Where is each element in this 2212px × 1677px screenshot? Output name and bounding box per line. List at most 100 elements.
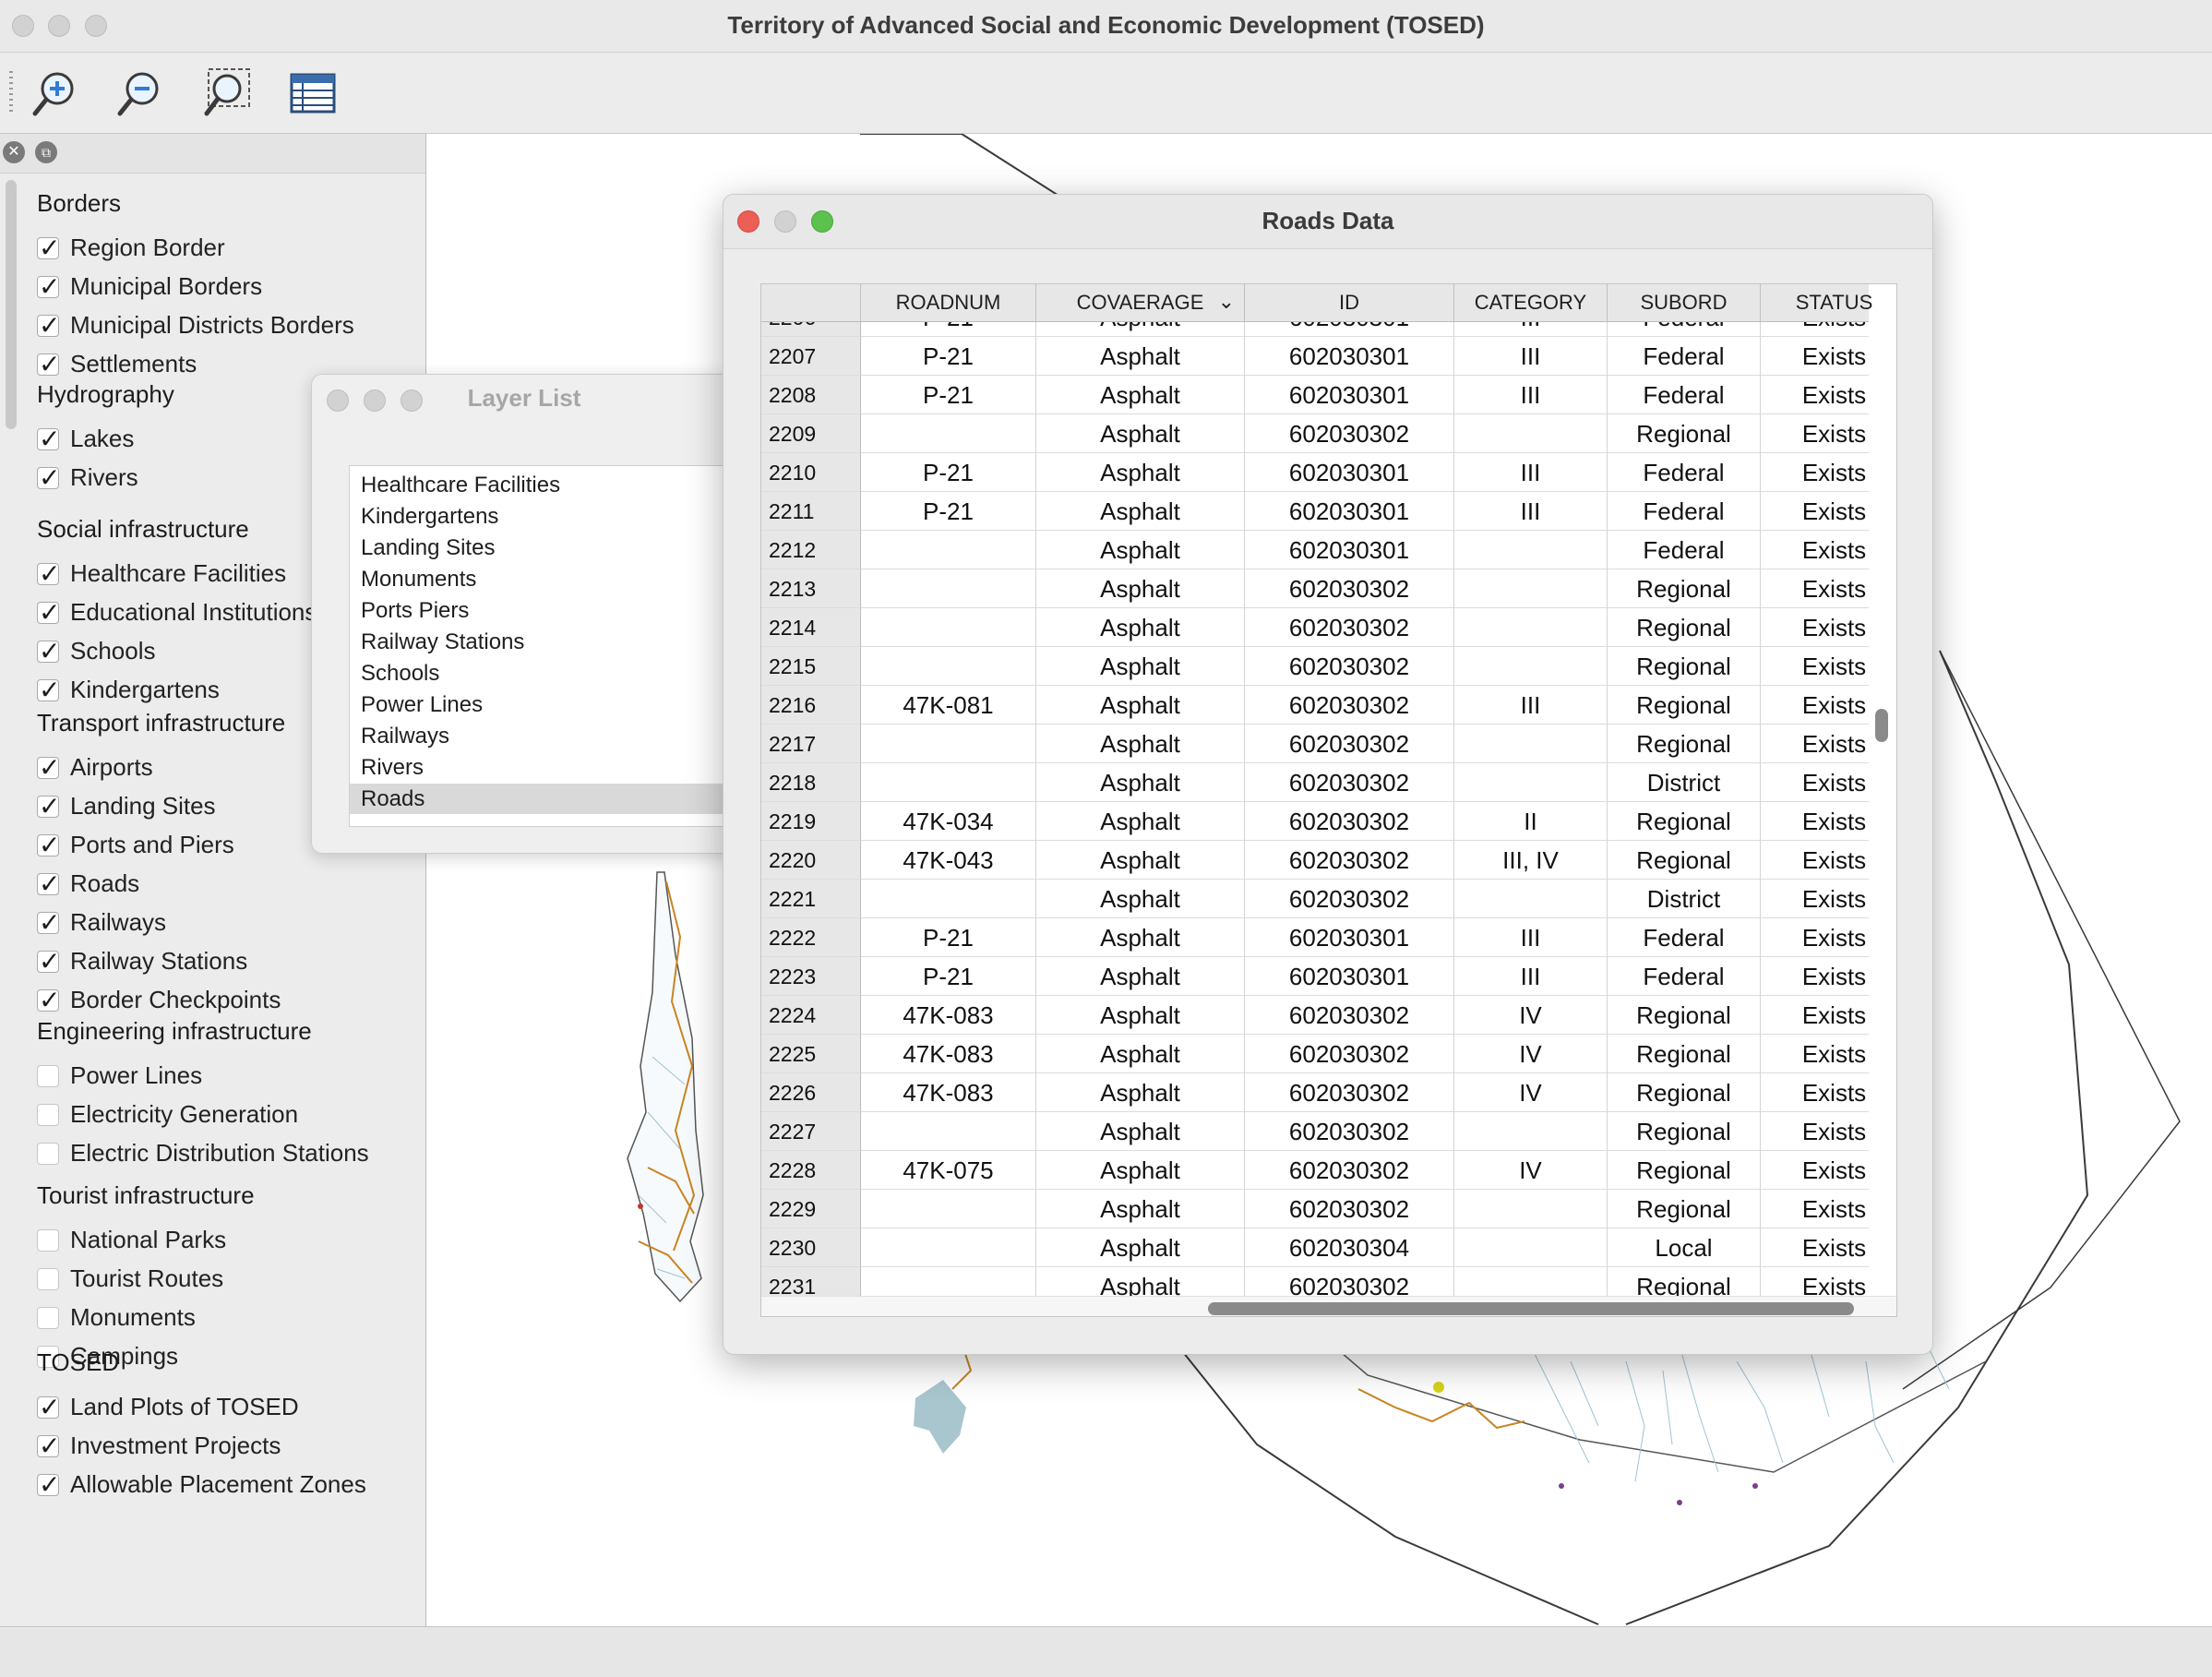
table-cell[interactable]: Asphalt bbox=[1036, 1112, 1245, 1151]
table-row[interactable]: 2228 47K-075 Asphalt 602030302 IV Regional Exi… bbox=[761, 1151, 1869, 1190]
table-cell[interactable] bbox=[861, 531, 1036, 569]
table-cell[interactable] bbox=[1454, 1190, 1608, 1228]
table-cell[interactable]: 602030302 bbox=[1245, 1267, 1454, 1296]
table-cell[interactable]: Exists bbox=[1761, 996, 1869, 1035]
layer-list-item[interactable]: Railway Stations bbox=[350, 627, 736, 657]
table-cell[interactable]: Exists bbox=[1761, 569, 1869, 608]
table-cell[interactable] bbox=[861, 569, 1036, 608]
table-cell[interactable]: Federal bbox=[1608, 531, 1761, 569]
row-number-cell[interactable]: 2211 bbox=[761, 492, 861, 531]
legend-group-title[interactable]: Social infrastructure bbox=[37, 515, 249, 544]
table-cell[interactable]: III bbox=[1454, 957, 1608, 996]
table-cell[interactable]: Exists bbox=[1761, 841, 1869, 880]
table-cell[interactable]: P-21 bbox=[861, 376, 1036, 414]
table-cell[interactable]: Asphalt bbox=[1036, 996, 1245, 1035]
table-cell[interactable]: Asphalt bbox=[1036, 880, 1245, 918]
table-cell[interactable]: IV bbox=[1454, 1073, 1608, 1112]
table-cell[interactable]: 602030302 bbox=[1245, 725, 1454, 763]
layer-list-item[interactable]: Rivers bbox=[350, 752, 736, 783]
row-number-cell[interactable]: 2222 bbox=[761, 918, 861, 957]
layer-visibility-checkbox[interactable] bbox=[37, 1143, 59, 1165]
table-cell[interactable]: Exists bbox=[1761, 337, 1869, 376]
table-cell[interactable]: 602030301 bbox=[1245, 337, 1454, 376]
row-number-cell[interactable]: 2210 bbox=[761, 453, 861, 492]
table-cell[interactable]: Asphalt bbox=[1036, 1073, 1245, 1112]
table-cell[interactable]: District bbox=[1608, 880, 1761, 918]
table-cell[interactable]: Asphalt bbox=[1036, 763, 1245, 802]
table-row[interactable]: 2219 47K-034 Asphalt 602030302 II Regional Exi… bbox=[761, 802, 1869, 841]
layer-list-item[interactable]: Railways bbox=[350, 721, 736, 751]
table-cell[interactable]: III bbox=[1454, 322, 1608, 337]
layer-visibility-checkbox[interactable] bbox=[37, 558, 60, 589]
table-cell[interactable]: III, IV bbox=[1454, 841, 1608, 880]
table-cell[interactable] bbox=[1454, 1228, 1608, 1267]
table-cell[interactable]: Exists bbox=[1761, 1228, 1869, 1267]
row-number-cell[interactable]: 2217 bbox=[761, 725, 861, 763]
table-cell[interactable]: Federal bbox=[1608, 957, 1761, 996]
table-row[interactable]: 2229 Asphalt 602030302 Regional Exists bbox=[761, 1190, 1869, 1228]
table-cell[interactable]: Asphalt bbox=[1036, 918, 1245, 957]
table-cell[interactable]: Asphalt bbox=[1036, 569, 1245, 608]
table-row[interactable]: 2226 47K-083 Asphalt 602030302 IV Regional Exi… bbox=[761, 1073, 1869, 1112]
table-cell[interactable] bbox=[861, 1112, 1036, 1151]
table-cell[interactable]: Exists bbox=[1761, 1073, 1869, 1112]
table-cell[interactable]: 47K-083 bbox=[861, 996, 1036, 1035]
table-cell[interactable] bbox=[861, 414, 1036, 453]
table-cell[interactable]: Exists bbox=[1761, 1035, 1869, 1073]
table-cell[interactable]: Asphalt bbox=[1036, 957, 1245, 996]
layer-list-item[interactable]: Kindergartens bbox=[350, 501, 736, 532]
table-cell[interactable] bbox=[1454, 647, 1608, 686]
table-cell[interactable]: Exists bbox=[1761, 1151, 1869, 1190]
table-cell[interactable]: 602030301 bbox=[1245, 531, 1454, 569]
table-cell[interactable] bbox=[1454, 608, 1608, 647]
table-cell[interactable]: 602030302 bbox=[1245, 1112, 1454, 1151]
table-cell[interactable]: III bbox=[1454, 686, 1608, 725]
layer-visibility-checkbox[interactable] bbox=[37, 424, 60, 454]
table-cell[interactable]: Exists bbox=[1761, 322, 1869, 337]
table-cell[interactable]: Asphalt bbox=[1036, 841, 1245, 880]
column-header[interactable]: COVAERAGE ⌄ bbox=[1036, 284, 1245, 321]
layer-visibility-checkbox[interactable] bbox=[37, 985, 60, 1015]
table-cell[interactable] bbox=[1454, 1112, 1608, 1151]
layer-visibility-checkbox[interactable] bbox=[37, 1307, 59, 1329]
layer-visibility-checkbox[interactable] bbox=[37, 946, 60, 976]
table-row[interactable]: 2231 Asphalt 602030302 Regional Exists bbox=[761, 1267, 1869, 1296]
table-row[interactable]: 2220 47K-043 Asphalt 602030302 III, IV Region… bbox=[761, 841, 1869, 880]
table-cell[interactable]: Exists bbox=[1761, 1267, 1869, 1296]
table-cell[interactable]: 47K-083 bbox=[861, 1073, 1036, 1112]
table-cell[interactable]: Federal bbox=[1608, 918, 1761, 957]
row-number-cell[interactable]: 2218 bbox=[761, 763, 861, 802]
table-cell[interactable]: Asphalt bbox=[1036, 1190, 1245, 1228]
layer-visibility-checkbox[interactable] bbox=[37, 868, 60, 899]
table-cell[interactable]: Asphalt bbox=[1036, 1228, 1245, 1267]
table-cell[interactable]: Asphalt bbox=[1036, 647, 1245, 686]
table-cell[interactable]: Regional bbox=[1608, 414, 1761, 453]
table-cell[interactable]: Asphalt bbox=[1036, 492, 1245, 531]
table-cell[interactable]: P-21 bbox=[861, 337, 1036, 376]
layer-visibility-checkbox[interactable] bbox=[37, 1229, 59, 1252]
legend-group-title[interactable]: Engineering infrastructure bbox=[37, 1017, 312, 1046]
table-cell[interactable]: 602030301 bbox=[1245, 322, 1454, 337]
layer-visibility-checkbox[interactable] bbox=[37, 1268, 59, 1290]
table-cell[interactable]: Federal bbox=[1608, 376, 1761, 414]
table-cell[interactable]: Regional bbox=[1608, 608, 1761, 647]
table-cell[interactable]: Exists bbox=[1761, 1190, 1869, 1228]
table-row[interactable]: 2223 P-21 Asphalt 602030301 III Federal Exists bbox=[761, 957, 1869, 996]
table-cell[interactable] bbox=[1454, 414, 1608, 453]
row-number-cell[interactable]: 2225 bbox=[761, 1035, 861, 1073]
table-cell[interactable]: Exists bbox=[1761, 647, 1869, 686]
table-cell[interactable]: 602030301 bbox=[1245, 918, 1454, 957]
table-cell[interactable]: 47K-043 bbox=[861, 841, 1036, 880]
table-cell[interactable]: 602030302 bbox=[1245, 1035, 1454, 1073]
legend-group-title[interactable]: Transport infrastructure bbox=[37, 709, 285, 737]
horizontal-scrollbar[interactable] bbox=[1208, 1302, 1854, 1315]
table-cell[interactable]: IV bbox=[1454, 1151, 1608, 1190]
table-row[interactable]: 2217 Asphalt 602030302 Regional Exists bbox=[761, 725, 1869, 763]
table-cell[interactable]: 47K-034 bbox=[861, 802, 1036, 841]
table-cell[interactable]: P-21 bbox=[861, 957, 1036, 996]
layer-visibility-checkbox[interactable] bbox=[37, 462, 60, 493]
table-cell[interactable]: Exists bbox=[1761, 376, 1869, 414]
layer-list-box[interactable]: Healthcare Facilities Kindergartens Landin… bbox=[349, 465, 736, 827]
column-header[interactable]: CATEGORY bbox=[1454, 284, 1608, 321]
row-number-cell[interactable]: 2214 bbox=[761, 608, 861, 647]
